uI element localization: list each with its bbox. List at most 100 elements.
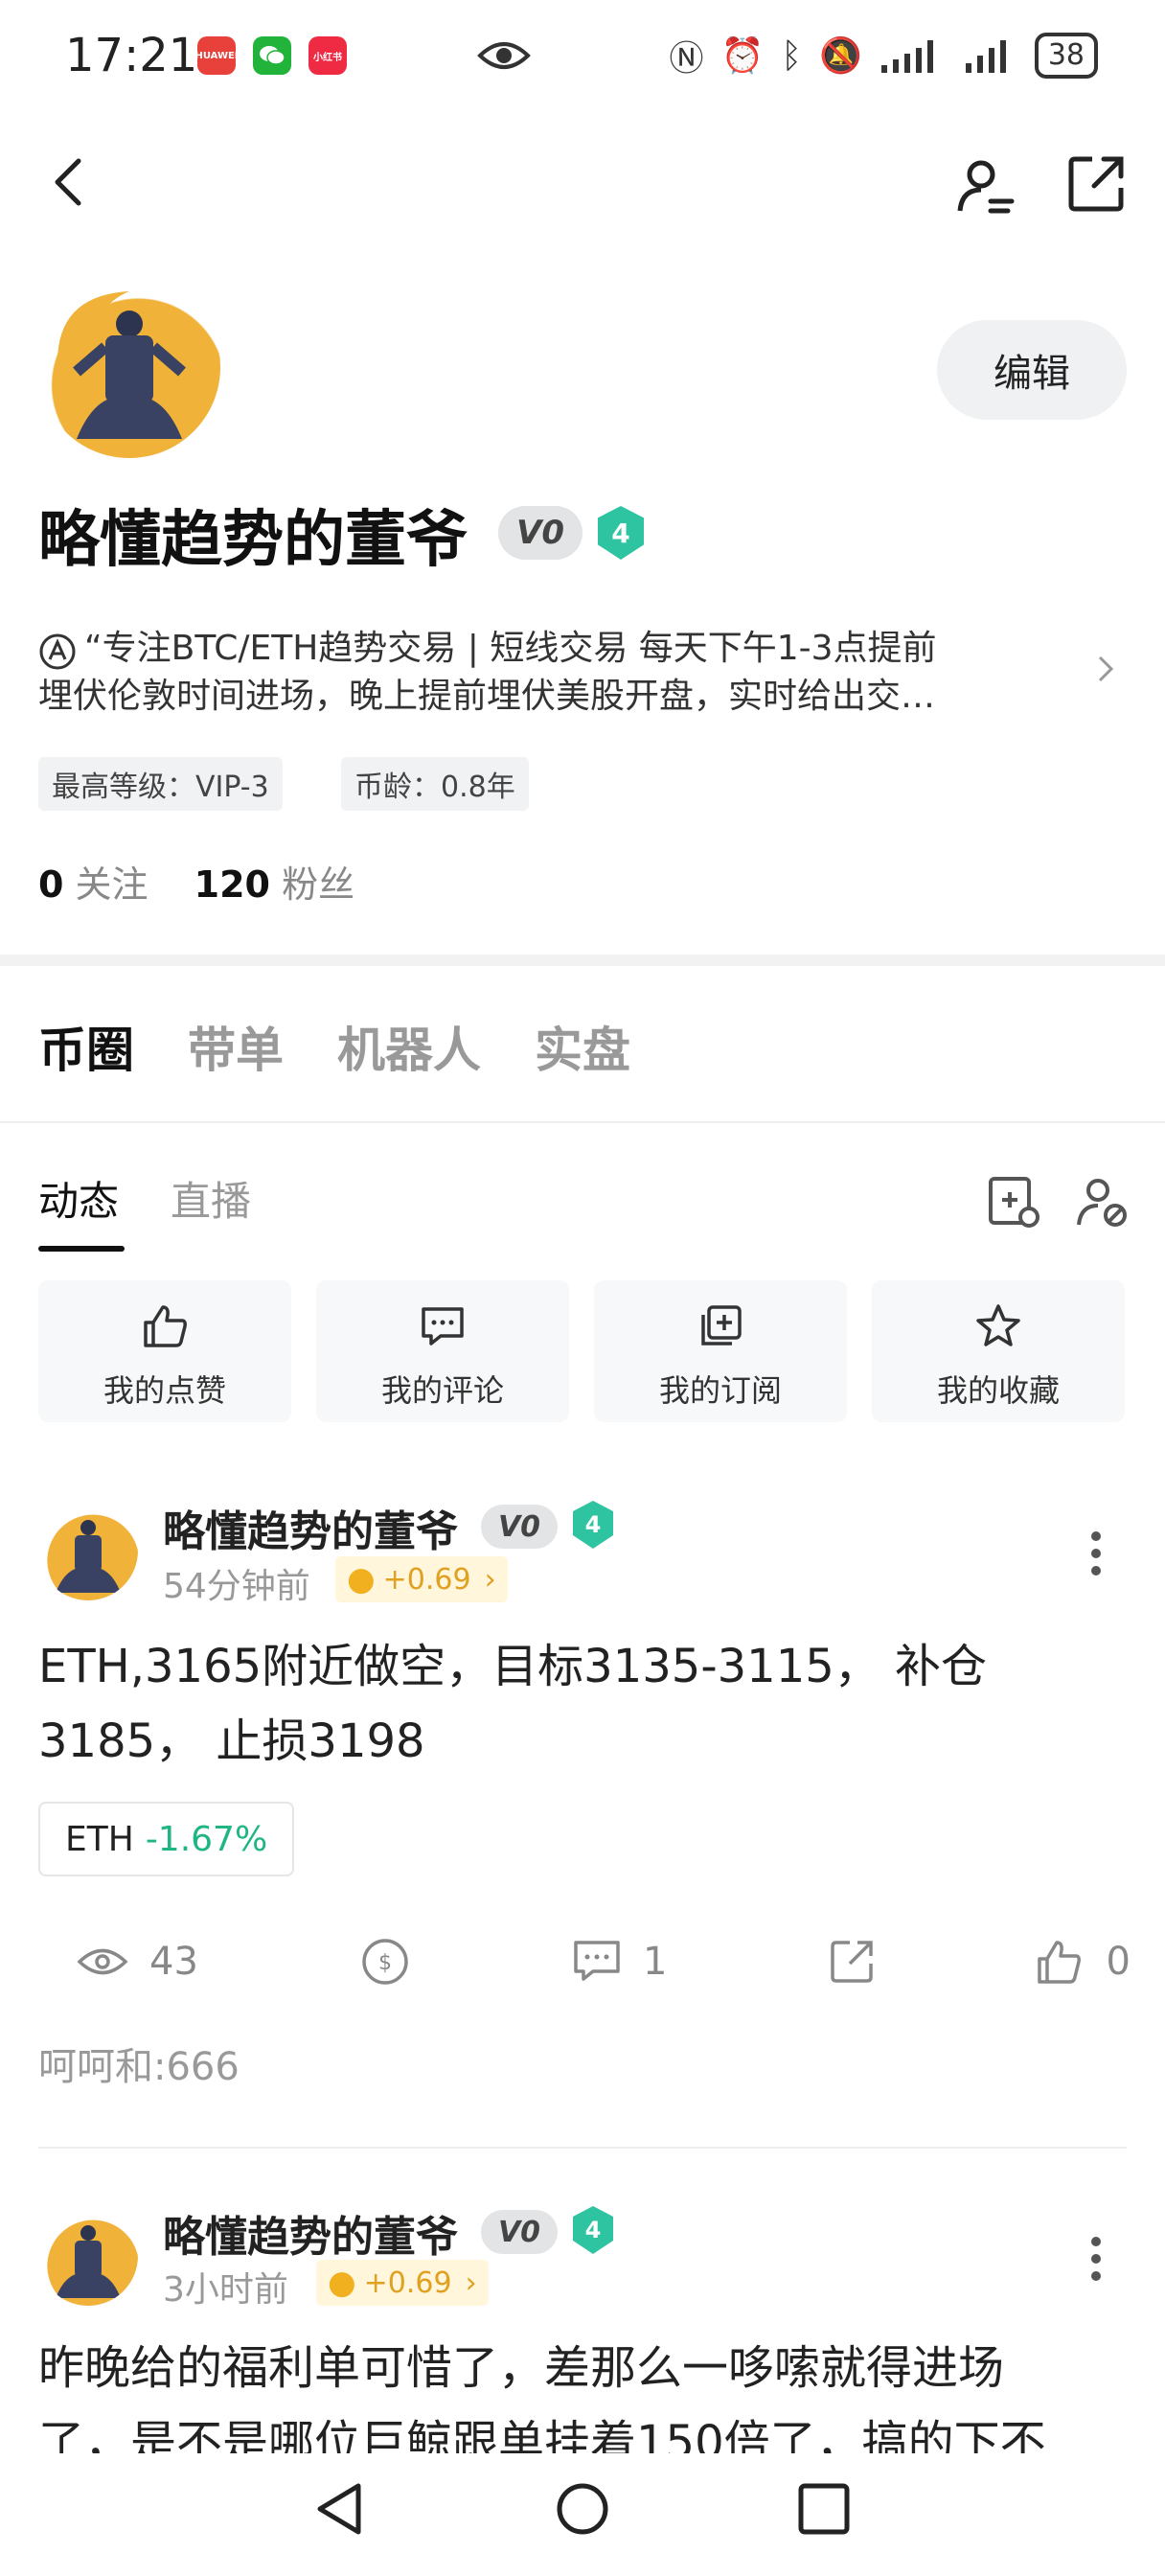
my-comments-card[interactable]: 我的评论 (316, 1280, 569, 1422)
post-body-line-1: 昨晚给的福利单可惜了，差那么一哆嗦就得进场 (38, 2341, 1005, 2395)
star-icon (976, 1304, 1020, 1346)
home-nav-icon[interactable] (554, 2480, 611, 2538)
post-body-line-2: 了，是不是哪位巨鲸跟单挂着150倍了，搞的下不 (38, 2416, 1046, 2453)
share-icon (830, 1941, 873, 1983)
coin-age-tag: 币龄：0.8年 (341, 757, 529, 811)
like-button[interactable]: 0 (1036, 1938, 1131, 1986)
post-separator (38, 2147, 1127, 2149)
post-actions: 43 $ 1 0 (38, 1936, 1131, 1988)
chevron-right-icon (1098, 656, 1114, 682)
svg-text:$: $ (378, 1951, 392, 1975)
followers-stat[interactable]: 120 粉丝 (194, 863, 354, 906)
share-button[interactable] (1065, 153, 1132, 220)
huawei-app-icon: HUAWEI (194, 36, 239, 75)
user-manage-button[interactable] (1075, 1175, 1132, 1232)
max-level-tag: 最高等级：VIP-3 (38, 757, 283, 811)
bio-expand-button[interactable] (1094, 652, 1117, 696)
nfc-icon: Ⓝ (669, 39, 704, 79)
subtab-feed[interactable]: 动态 (38, 1169, 119, 1228)
post-author-name[interactable]: 略懂趋势的董爷 (163, 2202, 458, 2264)
my-likes-card[interactable]: 我的点赞 (38, 1280, 291, 1422)
post-reward[interactable]: ● +0.69 › (316, 2260, 489, 2306)
add-post-icon (989, 1177, 1039, 1228)
tabs-divider (0, 1121, 1165, 1123)
profile-name: 略懂趋势的董爷 (38, 505, 468, 576)
alarm-icon: ⏰ (720, 36, 765, 76)
tip-button[interactable]: $ (359, 1936, 411, 1988)
coin-tag[interactable]: ETH -1.67% (38, 1802, 295, 1876)
profile-bio[interactable]: “专注BTC/ETH趋势交易 | 短线交易 每天下午1-3点提前 埋伏伦敦时间进… (38, 625, 1035, 721)
comments-count: 1 (643, 1940, 668, 1984)
user-settings-button[interactable] (952, 153, 1019, 220)
new-post-button[interactable] (987, 1175, 1044, 1232)
subtab-underline (38, 1246, 125, 1252)
bio-line-2: 埋伏伦敦时间进场，晚上提前埋伏美股开盘，实时给出交… (38, 677, 936, 716)
my-favorites-label: 我的收藏 (936, 1372, 1060, 1409)
post-level-badge: 4 (573, 2206, 613, 2254)
comment-button[interactable]: 1 (572, 1939, 667, 1985)
post-author-avatar[interactable] (38, 1501, 138, 1600)
tab-bots[interactable]: 机器人 (337, 1012, 481, 1081)
tab-crypto[interactable]: 币圈 (38, 1012, 134, 1081)
eye-icon (477, 36, 531, 79)
post-more-button[interactable] (1086, 1524, 1106, 1583)
top-comment[interactable]: 呵呵和:666 (38, 2036, 240, 2091)
share-icon (1068, 156, 1124, 212)
user-block-icon (1077, 1179, 1127, 1227)
post-body[interactable]: ETH,3165附近做空，目标3135-3115， 补仓 3185， 止损319… (38, 1629, 1131, 1779)
coin-symbol: ETH (65, 1819, 134, 1859)
status-time: 17:21 (65, 29, 198, 82)
signal-icon-2 (965, 40, 1006, 73)
bluetooth-icon: ᛒ (781, 35, 802, 76)
post-body[interactable]: 昨晚给的福利单可惜了，差那么一哆嗦就得进场 了，是不是哪位巨鲸跟单挂着150倍了… (38, 2331, 1131, 2453)
xiaohongshu-app-icon: 小红书 (308, 36, 347, 75)
tab-copy-trading[interactable]: 带单 (188, 1012, 284, 1081)
coin-change: -1.67% (145, 1819, 268, 1859)
chevron-right-icon: › (484, 1562, 496, 1597)
subtab-live[interactable]: 直播 (171, 1169, 251, 1228)
post-reward[interactable]: ● +0.69 › (335, 1556, 508, 1602)
following-stat[interactable]: 0 关注 (38, 863, 148, 906)
my-subscriptions-label: 我的订阅 (658, 1372, 782, 1409)
follow-stats: 0 关注 120 粉丝 (38, 855, 354, 908)
mute-icon: 🔕 (818, 36, 862, 76)
my-likes-label: 我的点赞 (103, 1372, 226, 1409)
my-subscriptions-card[interactable]: 我的订阅 (594, 1280, 847, 1422)
post-time: 54分钟前 (163, 1567, 310, 1606)
back-button[interactable] (50, 153, 88, 220)
section-divider (0, 954, 1165, 966)
post-reward-value: +0.69 (382, 1562, 471, 1597)
post-body-line-1: ETH,3165附近做空，目标3135-3115， 补仓 (38, 1640, 988, 1693)
user-edit-icon (957, 160, 1015, 214)
my-favorites-card[interactable]: 我的收藏 (872, 1280, 1125, 1422)
thumbs-up-icon (144, 1305, 187, 1347)
post-author-name[interactable]: 略懂趋势的董爷 (163, 1497, 458, 1558)
likes-count: 0 (1106, 1940, 1131, 1984)
post-vip-badge: V0 (481, 2210, 558, 2254)
post-reward-value: +0.69 (363, 2266, 452, 2300)
coin-reward-icon: ● (328, 2264, 356, 2302)
edit-profile-button[interactable]: 编辑 (937, 320, 1127, 420)
comment-icon (422, 1307, 464, 1346)
profile-avatar[interactable] (38, 276, 220, 458)
wechat-app-icon (253, 36, 291, 75)
level-badge: 4 (598, 506, 644, 560)
my-comments-label: 我的评论 (380, 1372, 504, 1409)
subscribe-icon (701, 1305, 742, 1346)
tab-live-trading[interactable]: 实盘 (535, 1012, 630, 1081)
thumbs-up-icon (1037, 1941, 1081, 1984)
sub-tabs: 动态 直播 (38, 1169, 251, 1228)
tip-coin-icon: $ (362, 1939, 408, 1985)
views-stat: 43 (77, 1940, 198, 1984)
post-time: 3小时前 (163, 2270, 288, 2310)
post-more-button[interactable] (1086, 2229, 1106, 2288)
post-share-button[interactable] (829, 1939, 875, 1985)
bio-line-1: “专注BTC/ETH趋势交易 | 短线交易 每天下午1-3点提前 (84, 629, 937, 668)
chevron-right-icon: › (465, 2266, 477, 2300)
system-nav-bar (0, 2453, 1165, 2576)
recents-nav-icon[interactable] (797, 2482, 851, 2536)
post-author-avatar[interactable] (38, 2206, 138, 2306)
comment-icon (574, 1941, 620, 1981)
back-nav-icon[interactable] (312, 2480, 366, 2538)
status-icons: Ⓝ ⏰ ᛒ 🔕 38 (670, 31, 1098, 80)
